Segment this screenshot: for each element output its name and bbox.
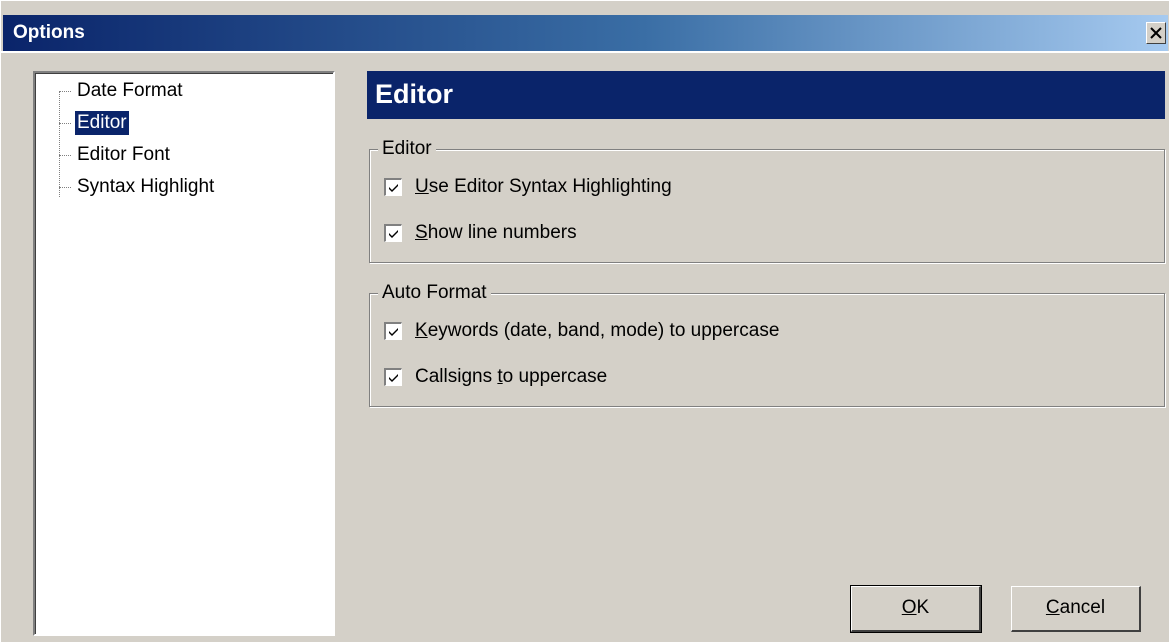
tree-item-label: Editor Font	[77, 144, 170, 165]
use-syntax-highlighting-label: Use Editor Syntax Highlighting	[415, 176, 672, 197]
tree-item-date-format[interactable]: Date Format	[75, 79, 185, 105]
options-tree[interactable]: Date Format Editor Editor Font Syntax Hi…	[33, 71, 335, 636]
tree-connector	[59, 123, 71, 124]
cancel-button[interactable]: Cancel	[1011, 586, 1141, 632]
checkmark-icon	[389, 328, 398, 336]
callsigns-uppercase-label: Callsigns to uppercase	[415, 366, 608, 387]
show-line-numbers-checkbox[interactable]	[384, 224, 402, 242]
tree-item-syntax-highlight[interactable]: Syntax Highlight	[75, 175, 216, 201]
panel-header: Editor	[367, 71, 1165, 119]
panel-header-title: Editor	[375, 79, 453, 109]
tree-item-editor-font[interactable]: Editor Font	[75, 143, 172, 169]
options-dialog: Options Date Format Editor Editor Font S…	[0, 0, 1169, 642]
title-bar[interactable]: Options	[3, 15, 1168, 51]
use-syntax-highlighting-checkbox[interactable]	[384, 178, 402, 196]
checkmark-icon	[389, 374, 398, 382]
tree-item-label: Date Format	[77, 80, 183, 101]
editor-groupbox: Editor Use Editor Syntax Highlighting Sh…	[369, 138, 1165, 263]
tree-connector	[59, 187, 71, 188]
cancel-button-mnemonic: C	[1045, 597, 1060, 618]
close-icon	[1150, 27, 1162, 39]
checkmark-icon	[389, 184, 398, 192]
tree-item-label: Editor	[74, 110, 130, 136]
show-line-numbers-label: Show line numbers	[415, 222, 577, 243]
title-bar-divider	[1, 51, 1169, 53]
tree-connector	[59, 155, 71, 156]
keywords-uppercase-label: Keywords (date, band, mode) to uppercase	[415, 320, 780, 341]
checkmark-icon	[389, 230, 398, 238]
editor-group-title: Editor	[378, 138, 436, 160]
auto-format-group-title: Auto Format	[378, 282, 491, 304]
cancel-button-label: ancel	[1059, 597, 1106, 618]
tree-connector-line	[59, 91, 60, 197]
tree-item-label: Syntax Highlight	[77, 176, 215, 197]
tree-connector	[59, 91, 71, 92]
auto-format-groupbox: Auto Format Keywords (date, band, mode) …	[369, 282, 1165, 407]
ok-button-label: K	[916, 597, 930, 618]
tree-item-editor[interactable]: Editor	[74, 110, 130, 137]
callsigns-uppercase-checkbox[interactable]	[384, 368, 402, 386]
close-button[interactable]	[1146, 22, 1166, 44]
ok-button[interactable]: OK	[850, 585, 982, 633]
ok-button-mnemonic: O	[901, 597, 917, 618]
keywords-uppercase-checkbox[interactable]	[384, 322, 402, 340]
window-title: Options	[13, 22, 85, 43]
